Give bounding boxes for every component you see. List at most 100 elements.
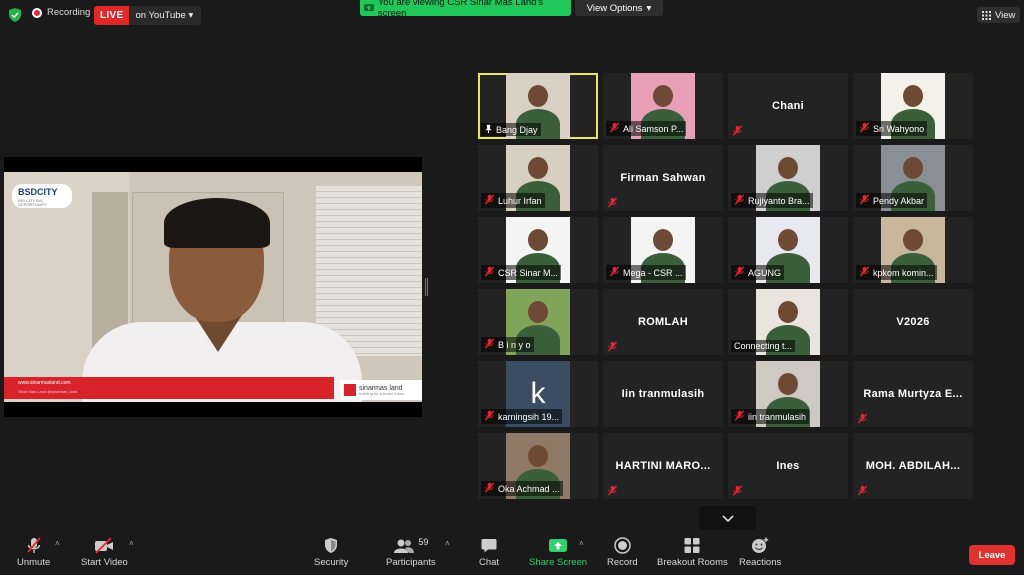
participant-name: B i n y o: [498, 339, 531, 350]
participant-head: [528, 301, 548, 323]
avatar-letter: k: [530, 377, 546, 410]
participant-name-display: Rama Murtyza E...: [863, 388, 963, 400]
participant-grid: Bang Djay Ali Samson P... Chani Sri Wahyono…: [478, 71, 978, 503]
leave-button[interactable]: Leave: [969, 545, 1015, 565]
participant-name-label: Oka Achmad ...: [481, 481, 563, 496]
shared-screen[interactable]: BSDCITY BIG CITY BIG OPPORTUNITY www.sin…: [4, 157, 422, 417]
participant-tile[interactable]: MOH. ABDILAH...: [853, 433, 973, 499]
security-shield-icon[interactable]: [9, 8, 21, 22]
participants-options-caret[interactable]: ˄: [445, 539, 450, 548]
participant-tile[interactable]: Rujiyanto Bra...: [728, 145, 848, 211]
participant-head: [903, 229, 923, 251]
muted-microphone-icon: [859, 194, 870, 207]
participant-head: [528, 445, 548, 467]
participant-tile[interactable]: kpkom komin...: [853, 217, 973, 283]
participant-tile[interactable]: Pendy Akbar: [853, 145, 973, 211]
participant-name: Pendy Akbar: [873, 195, 925, 206]
participant-tile[interactable]: V2026: [853, 289, 973, 355]
participant-name-display: Firman Sahwan: [620, 172, 706, 184]
unmute-label: Unmute: [17, 557, 51, 568]
participant-name-label: B i n y o: [481, 337, 534, 352]
participant-tile[interactable]: Mega - CSR ...: [603, 217, 723, 283]
share-screen-label: Share Screen: [529, 557, 588, 568]
participant-tile[interactable]: ROMLAH: [603, 289, 723, 355]
participant-head: [653, 85, 673, 107]
bsd-logo-sub: BIG CITY BIG OPPORTUNITY: [18, 198, 47, 207]
gallery-next-page-button[interactable]: [699, 506, 756, 530]
video-off-icon: [95, 537, 114, 554]
participant-name: Oka Achmad ...: [498, 483, 560, 494]
participants-label: Participants: [386, 557, 436, 568]
participant-name-label: Ali Samson P...: [606, 121, 687, 136]
chat-label: Chat: [479, 557, 500, 568]
participant-name-display: MOH. ABDILAH...: [865, 460, 961, 472]
participant-name-label: karningsih 19...: [481, 409, 563, 424]
muted-microphone-icon: [859, 122, 870, 135]
muted-microphone-icon: [609, 266, 620, 279]
microphone-muted-icon: [26, 537, 41, 553]
split-resize-handle[interactable]: [425, 278, 428, 296]
participant-tile[interactable]: B i n y o: [478, 289, 598, 355]
participant-name-label: AGUNG: [731, 265, 785, 280]
participant-tile[interactable]: Luhur Irfan: [478, 145, 598, 211]
start-video-button[interactable]: Start Video: [81, 537, 128, 568]
participant-tile[interactable]: Iin tranmulasih: [603, 361, 723, 427]
record-icon: [614, 537, 631, 554]
participant-name-display: Ines: [776, 460, 800, 472]
muted-microphone-icon: [484, 410, 495, 423]
live-badge: LIVE: [94, 6, 130, 25]
security-button[interactable]: Security: [314, 537, 348, 568]
share-options-caret[interactable]: ˄: [579, 539, 584, 548]
participant-name: iin tranmulasih: [748, 411, 807, 422]
recording-label: Recording: [47, 7, 91, 18]
video-options-caret[interactable]: ˄: [129, 539, 134, 548]
participant-head: [528, 157, 548, 179]
record-dot-icon: [32, 7, 42, 18]
participant-tile[interactable]: HARTINI MARO...: [603, 433, 723, 499]
participant-tile[interactable]: Rama Murtyza E...: [853, 361, 973, 427]
participant-name-display: ROMLAH: [637, 316, 689, 328]
participant-tile[interactable]: Connecting t...: [728, 289, 848, 355]
muted-microphone-icon: [607, 195, 619, 208]
view-options-button[interactable]: View Options ▾: [575, 0, 663, 16]
participants-button[interactable]: 59 Participants: [386, 537, 436, 568]
record-button[interactable]: Record: [607, 537, 638, 568]
participant-tile[interactable]: Chani: [728, 73, 848, 139]
speaking-indicator-icon: [484, 124, 493, 135]
participant-head: [778, 157, 798, 179]
participant-tile[interactable]: CSR Sinar M...: [478, 217, 598, 283]
participant-name-label: Bang Djay: [481, 123, 541, 136]
social-text: Sinar Mas Land @sinarmas_land: [18, 389, 78, 394]
start-video-label: Start Video: [81, 557, 128, 568]
participants-count: 59: [418, 537, 429, 547]
participant-name-display: Chani: [771, 100, 805, 112]
muted-microphone-icon: [732, 123, 744, 136]
muted-microphone-icon: [859, 266, 870, 279]
participant-tile[interactable]: k karningsih 19...: [478, 361, 598, 427]
muted-microphone-icon: [732, 483, 744, 496]
live-stream-indicator[interactable]: LIVE on YouTube ▾: [94, 6, 202, 25]
chat-button[interactable]: Chat: [479, 537, 499, 568]
participant-tile[interactable]: Bang Djay: [478, 73, 598, 139]
muted-microphone-icon: [734, 266, 745, 279]
reactions-button[interactable]: Reactions: [739, 537, 781, 568]
participant-tile[interactable]: Sri Wahyono: [853, 73, 973, 139]
chevron-down-icon: [721, 514, 734, 522]
participant-name: kpkom komin...: [873, 267, 934, 278]
recording-indicator[interactable]: Recording: [32, 7, 90, 18]
record-label: Record: [607, 557, 638, 568]
participant-tile[interactable]: Ines: [728, 433, 848, 499]
participant-name-label: Sri Wahyono: [856, 121, 928, 136]
unmute-button[interactable]: Unmute: [17, 537, 50, 568]
shared-video-frame: BSDCITY BIG CITY BIG OPPORTUNITY www.sin…: [4, 172, 422, 402]
participant-tile[interactable]: Firman Sahwan: [603, 145, 723, 211]
participant-name: AGUNG: [748, 267, 782, 278]
participant-tile[interactable]: AGUNG: [728, 217, 848, 283]
participant-name-label: kpkom komin...: [856, 265, 937, 280]
view-layout-button[interactable]: View: [977, 7, 1021, 23]
participant-tile[interactable]: iin tranmulasih: [728, 361, 848, 427]
participant-tile[interactable]: Oka Achmad ...: [478, 433, 598, 499]
participant-tile[interactable]: Ali Samson P...: [603, 73, 723, 139]
audio-options-caret[interactable]: ˄: [55, 539, 60, 548]
breakout-rooms-button[interactable]: Breakout Rooms: [657, 537, 728, 568]
